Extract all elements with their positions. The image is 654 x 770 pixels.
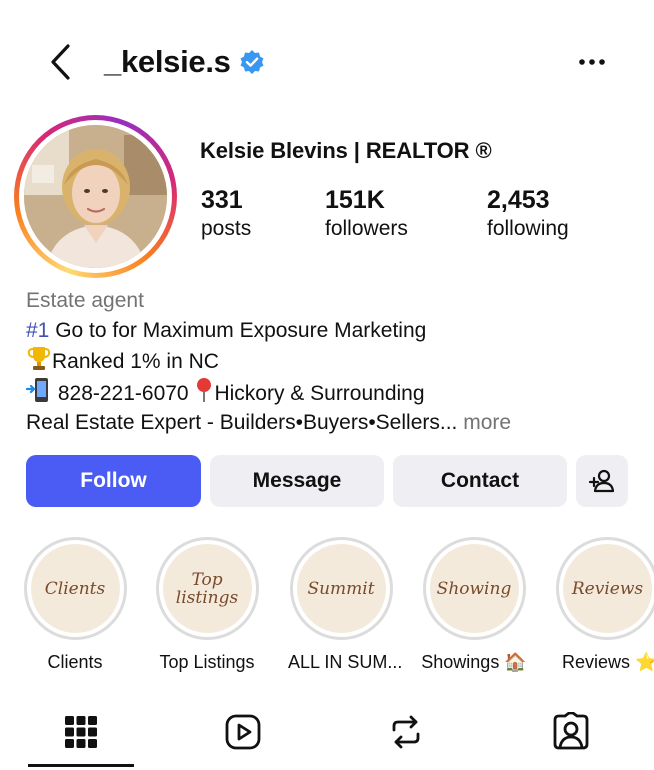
highlight-showings[interactable]: Showing Showings 🏠 — [421, 537, 527, 673]
highlight-cover: Top listings — [162, 544, 252, 633]
bio-line-2: Ranked 1% in NC — [26, 345, 646, 377]
full-name: Kelsie Blevins | REALTOR ® — [200, 138, 492, 163]
followers-count: 151K — [325, 186, 385, 214]
following-label: following — [487, 217, 569, 240]
verified-badge-icon — [240, 50, 264, 74]
grid-icon[interactable] — [61, 712, 101, 752]
avatar-story-ring[interactable] — [14, 115, 177, 278]
back-arrow-icon[interactable] — [44, 42, 78, 82]
top-bar: _kelsie.s — [0, 30, 654, 96]
highlight-top-listings[interactable]: Top listings Top Listings — [154, 537, 260, 673]
reels-icon[interactable] — [223, 712, 263, 752]
tagged-icon[interactable] — [551, 712, 591, 752]
highlight-label: Showings 🏠 — [421, 652, 527, 672]
bio: Estate agent #1 Go to for Maximum Exposu… — [26, 286, 646, 438]
stat-followers[interactable]: 151K followers — [325, 186, 408, 241]
highlight-cover: Summit — [296, 544, 386, 633]
highlight-label: Clients — [47, 652, 103, 672]
more-link[interactable]: more — [457, 411, 511, 434]
highlight-cover: Clients — [30, 544, 120, 633]
contact-button[interactable]: Contact — [393, 455, 567, 507]
hashtag-link[interactable]: #1 — [26, 319, 49, 342]
highlight-label: Top Listings — [159, 652, 255, 672]
trophy-icon — [27, 347, 51, 370]
avatar-photo — [24, 125, 167, 268]
more-options-icon[interactable] — [572, 48, 612, 76]
add-person-icon — [588, 469, 615, 493]
profile-tabs — [0, 706, 654, 770]
active-tab-indicator — [28, 764, 134, 767]
category-label: Estate agent — [26, 289, 144, 312]
suggested-users-button[interactable] — [576, 455, 628, 507]
bio-line-1: #1 Go to for Maximum Exposure Marketing — [26, 318, 427, 342]
highlight-cover: Reviews — [563, 544, 652, 633]
username-header: _kelsie.s — [104, 44, 265, 80]
posts-label: posts — [201, 217, 252, 240]
avatar — [24, 125, 167, 268]
followers-label: followers — [325, 217, 408, 240]
username: _kelsie.s — [104, 44, 231, 79]
bio-line-3: 828-221-6070 Hickory & Surrounding — [26, 377, 646, 409]
phone-icon — [26, 377, 48, 402]
highlight-summit[interactable]: Summit ALL IN SUM... — [288, 537, 403, 673]
highlight-label: ALL IN SUM... — [288, 652, 403, 672]
message-button[interactable]: Message — [210, 455, 384, 507]
highlight-reviews[interactable]: Reviews Reviews ⭐ — [552, 537, 654, 673]
highlight-clients[interactable]: Clients Clients — [22, 537, 128, 673]
highlight-label: Reviews ⭐ — [562, 652, 654, 672]
stat-following[interactable]: 2,453 following — [487, 186, 569, 241]
posts-count: 331 — [201, 186, 243, 214]
stat-posts[interactable]: 331 posts — [201, 186, 251, 241]
bio-line-4: Real Estate Expert - Builders•Buyers•Sel… — [26, 411, 512, 434]
reposts-icon[interactable] — [386, 712, 426, 752]
phone-number[interactable]: 828-221-6070 — [52, 382, 194, 405]
following-count: 2,453 — [487, 186, 550, 214]
highlight-cover: Showing — [429, 544, 519, 633]
location-pin-icon — [197, 377, 212, 402]
follow-button[interactable]: Follow — [26, 455, 201, 507]
